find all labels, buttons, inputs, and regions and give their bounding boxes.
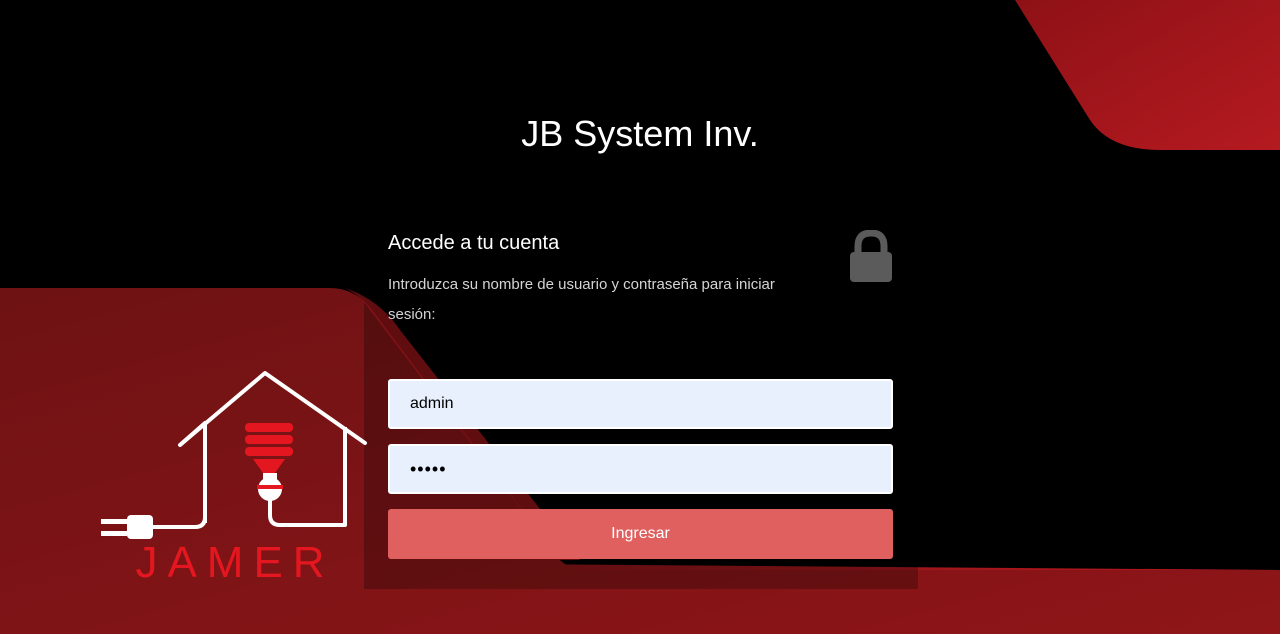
logo-wordmark: JAMER (135, 538, 334, 587)
lock-icon (850, 230, 892, 282)
login-form: Accede a tu cuenta Introduzca su nombre … (364, 200, 918, 589)
app-title-brand: JB System (521, 113, 694, 154)
form-heading: Accede a tu cuenta (388, 232, 560, 254)
app-title-suffix: Inv. (703, 113, 759, 154)
password-input[interactable] (388, 444, 893, 494)
app-title: JB System Inv. (0, 112, 1280, 156)
form-description: Introduzca su nombre de usuario y contra… (388, 276, 775, 323)
login-page: JB System Inv. JAMER Accede a tu cuenta … (0, 0, 1280, 634)
username-input[interactable] (388, 379, 893, 429)
jamer-logo: JAMER (101, 371, 367, 587)
login-submit-button[interactable]: Ingresar (388, 509, 893, 559)
